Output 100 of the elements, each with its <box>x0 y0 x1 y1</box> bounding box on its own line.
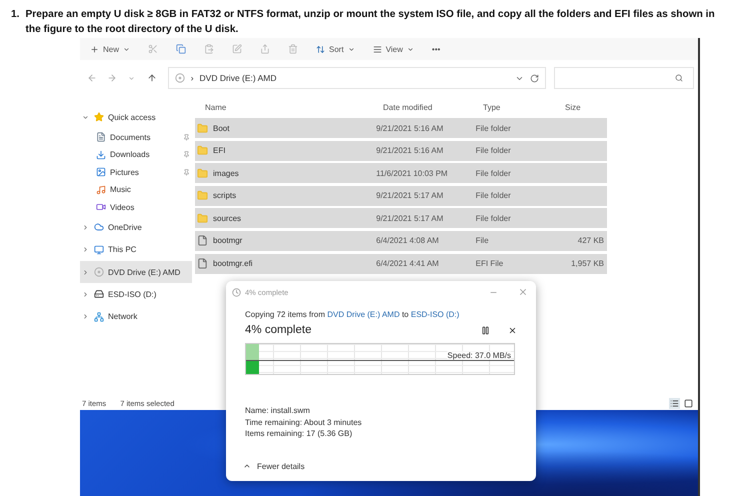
document-icon <box>96 132 106 142</box>
sidebar-item[interactable]: Network <box>80 305 192 328</box>
forward-icon[interactable] <box>106 73 117 83</box>
type-cell-text: File folder <box>474 124 512 132</box>
file-row[interactable]: bootmgr 6/4/2021 4:08 AM File 427 KB <box>195 230 607 251</box>
detail-line: Items remaining: 17 (5.36 GB) <box>245 428 354 440</box>
new-button[interactable]: New <box>90 44 130 54</box>
progress-heading: 4% complete <box>245 324 312 336</box>
up-icon[interactable] <box>146 73 157 83</box>
star-icon <box>94 112 104 122</box>
file-name: images <box>213 168 239 178</box>
file-name: sources <box>213 214 242 223</box>
more-button[interactable]: ••• <box>432 44 440 54</box>
sidebar-item[interactable]: Documents <box>80 128 192 146</box>
chevron-right-icon[interactable] <box>82 290 89 298</box>
file-row[interactable]: scripts 9/21/2021 5:17 AM File folder <box>195 186 607 206</box>
date-cell-text: 6/4/2021 4:08 AM <box>375 236 440 246</box>
view-button[interactable]: View <box>372 44 414 54</box>
type-cell-text: File folder <box>474 168 512 178</box>
source-link[interactable]: DVD Drive (E:) AMD <box>327 310 400 319</box>
list-number: 1. <box>11 8 20 22</box>
file-icon <box>197 235 208 246</box>
sidebar-item[interactable]: Music <box>80 181 192 199</box>
detail-line: Time remaining: About 3 minutes <box>245 416 363 428</box>
caret-icon <box>406 46 414 52</box>
search-icon <box>675 74 684 82</box>
disc-icon <box>94 267 104 277</box>
disc-icon <box>174 73 185 83</box>
refresh-icon[interactable] <box>530 74 539 82</box>
date-cell-text: 6/4/2021 4:41 AM <box>375 259 440 268</box>
type-cell-text: EFI File <box>474 259 504 268</box>
type-cell-text: File folder <box>474 214 512 223</box>
cloud-icon <box>94 222 104 232</box>
tiles-view-button[interactable] <box>683 398 694 408</box>
column-header[interactable]: Size <box>555 102 607 112</box>
instruction-text: Prepare an empty U disk ≥ 8GB in FAT32 or NTFS format, unzip or mount the system ISO file, and copy all the folders and EFI files as shown in the figure to the root directory of the U disk. <box>26 8 716 37</box>
close-icon[interactable] <box>518 287 528 297</box>
copy-description: Copying 72 items from DVD Drive (E:) AMD to ESD-ISO (D:) <box>245 309 460 321</box>
sidebar-item[interactable]: Videos <box>80 198 192 216</box>
date-cell-text: 9/21/2021 5:16 AM <box>375 146 444 156</box>
sidebar-item[interactable]: OneDrive <box>80 216 192 239</box>
sidebar-item[interactable]: ESD-ISO (D:) <box>80 283 192 306</box>
folder-icon <box>197 190 208 202</box>
monitor-icon <box>94 244 104 255</box>
detail-line: Name: install.swm <box>245 405 311 416</box>
chevron-down-icon[interactable] <box>82 114 89 121</box>
cancel-button[interactable] <box>508 326 517 334</box>
video-icon <box>96 202 106 212</box>
sidebar-item[interactable]: Downloads <box>80 146 192 164</box>
chevron-right-icon[interactable] <box>82 224 89 231</box>
sort-icon <box>316 44 326 54</box>
file-name: bootmgr.efi <box>213 259 253 268</box>
pause-button[interactable] <box>481 326 490 334</box>
type-cell-text: File folder <box>474 191 512 200</box>
file-row[interactable]: bootmgr.efi 6/4/2021 4:41 AM EFI File 1,957 KB <box>195 254 607 274</box>
caret-icon <box>348 46 355 52</box>
file-name: Boot <box>213 124 230 132</box>
sort-button[interactable]: Sort <box>316 44 355 54</box>
chevron-up-icon <box>243 462 251 470</box>
fewer-details-button[interactable]: Fewer details <box>243 462 517 470</box>
address-bar[interactable]: › DVD Drive (E:) AMD <box>168 67 546 89</box>
file-row[interactable]: EFI 9/21/2021 5:16 AM File folder <box>195 140 607 161</box>
file-row[interactable]: Boot 9/21/2021 5:16 AM File folder <box>195 118 607 138</box>
sidebar-item[interactable]: This PC <box>80 238 192 261</box>
copy-icon[interactable] <box>176 44 186 54</box>
file-name: scripts <box>213 191 236 200</box>
details-view-button[interactable] <box>669 398 680 408</box>
path-separator: › <box>190 73 194 83</box>
date-cell-text: 9/21/2021 5:16 AM <box>375 124 444 132</box>
column-header[interactable]: Date modified <box>373 102 473 112</box>
file-row[interactable]: sources 9/21/2021 5:17 AM File folder <box>195 208 607 228</box>
destination-link[interactable]: ESD-ISO (D:) <box>410 310 460 319</box>
type-cell-text: File folder <box>474 146 512 156</box>
back-icon[interactable] <box>86 73 97 83</box>
folder-icon <box>197 168 208 179</box>
file-name: EFI <box>213 146 226 156</box>
chevron-right-icon[interactable] <box>82 268 89 276</box>
sidebar-item[interactable]: DVD Drive (E:) AMD <box>80 260 192 284</box>
column-header[interactable]: Name <box>195 102 373 112</box>
file-row[interactable]: images 11/6/2021 10:03 PM File folder <box>195 163 607 184</box>
network-icon <box>94 312 104 322</box>
folder-icon <box>197 212 208 224</box>
sidebar-item[interactable]: Quick access <box>80 106 192 128</box>
date-cell-text: 9/21/2021 5:17 AM <box>375 214 444 223</box>
music-icon <box>96 184 106 195</box>
file-icon <box>197 258 208 270</box>
chevron-right-icon[interactable] <box>82 246 89 254</box>
sidebar-item[interactable]: Pictures <box>80 163 192 182</box>
download-icon <box>96 150 106 160</box>
search-field[interactable] <box>554 67 694 89</box>
date-cell-text: 9/21/2021 5:17 AM <box>375 191 444 200</box>
date-cell-text: 11/6/2021 10:03 PM <box>375 168 449 178</box>
caret-icon <box>123 46 130 52</box>
folder-icon <box>197 122 208 134</box>
clock-icon <box>232 288 241 296</box>
address-path: DVD Drive (E:) AMD <box>200 73 277 83</box>
type-cell-text: File <box>474 236 490 246</box>
chevron-right-icon[interactable] <box>82 313 89 320</box>
lines-icon <box>372 44 382 54</box>
column-header[interactable]: Type <box>473 102 555 112</box>
